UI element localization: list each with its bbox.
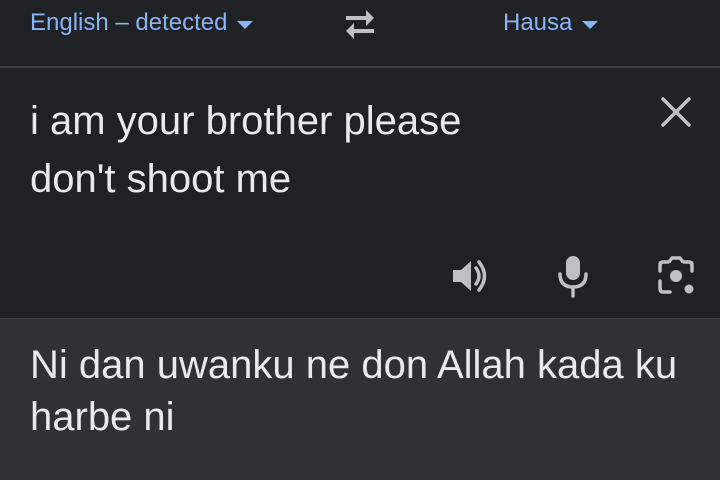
listen-button[interactable] [448, 254, 492, 298]
swap-languages-button[interactable] [340, 6, 380, 42]
translated-text: Ni dan uwanku ne don Allah kada ku harbe… [30, 343, 678, 439]
target-language-label: Hausa [503, 9, 573, 36]
output-panel: Ni dan uwanku ne don Allah kada ku harbe… [0, 318, 720, 480]
source-language-selector[interactable]: English – detected [30, 0, 254, 46]
swap-arrows-icon [346, 10, 374, 39]
source-language-label: English – detected [30, 9, 228, 36]
source-text-input[interactable]: i am your brother please don't shoot me [30, 92, 630, 208]
chevron-down-icon [237, 21, 254, 29]
voice-input-button[interactable] [551, 254, 595, 298]
camera-translate-button[interactable] [654, 254, 698, 298]
chevron-down-icon [582, 21, 599, 29]
speaker-icon [453, 260, 487, 292]
clear-button[interactable] [658, 94, 694, 130]
input-panel[interactable]: i am your brother please don't shoot me [0, 68, 720, 318]
microphone-icon [558, 256, 588, 298]
translate-app: English – detected Hausa i am your broth… [0, 0, 720, 480]
close-icon [661, 97, 691, 127]
camera-lens-icon [658, 256, 694, 294]
target-language-selector[interactable]: Hausa [503, 0, 599, 46]
language-bar: English – detected Hausa [0, 0, 720, 66]
